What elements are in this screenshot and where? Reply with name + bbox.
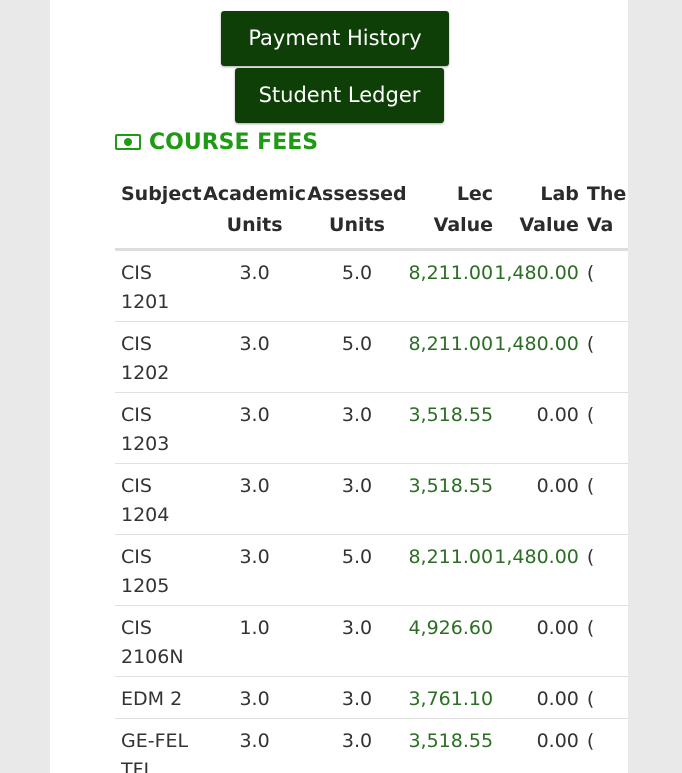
header-academic-units: Academic Units — [202, 176, 307, 251]
cell-academic-units: 3.0 — [239, 262, 270, 284]
cell-subject: CIS 1202 — [115, 321, 203, 393]
cell-academic-units: 3.0 — [202, 392, 307, 464]
cell-assessed-units: 5.0 — [341, 262, 373, 284]
right-gutter — [628, 0, 682, 773]
cell-academic-units: 3.0 — [202, 463, 307, 535]
payment-history-button[interactable]: Payment History — [221, 11, 449, 66]
table-header-row: Subject Academic Units Assessed Units Lec V… — [115, 176, 628, 251]
table-row: CIS 1205 3.0 5.0 8,211.00 1,480.00 ( — [115, 534, 628, 606]
header-assessed-units: Assessed Units — [306, 176, 408, 251]
cell-assessed-units: 3.0 — [306, 463, 408, 535]
cell-assessed-units: 5.0 — [306, 321, 408, 393]
cell-lab-value: 0.00 — [493, 392, 579, 464]
table-row: CIS 1201 3.0 5.0 8,211.00 1,480.00 ( — [115, 250, 628, 322]
cell-lab-value: 0.00 — [493, 676, 579, 719]
cell-academic-units: 1.0 — [202, 605, 307, 677]
cell-lec-value: 3,518.55 — [407, 463, 494, 535]
cell-lab-value: 1,480.00 — [494, 262, 579, 284]
cell-lec-value: 8,211.00 — [408, 262, 494, 284]
header-subject: Subject — [115, 176, 203, 251]
table-row: GE-FEL TFL 3.0 3.0 3,518.55 0.00 ( — [115, 718, 628, 773]
table-row: CIS 1204 3.0 3.0 3,518.55 0.00 ( — [115, 463, 628, 535]
cell-lec-value: 3,518.55 — [407, 718, 494, 773]
header-lec-value: Lec Value — [407, 176, 494, 251]
cell-assessed-units: 3.0 — [306, 605, 408, 677]
cell-lec-value: 4,926.60 — [407, 605, 494, 677]
cell-lec-value: 3,761.10 — [407, 676, 494, 719]
cell-lec-value: 8,211.00 — [407, 534, 494, 606]
table-row: EDM 2 3.0 3.0 3,761.10 0.00 ( — [115, 676, 628, 719]
cell-the-value: ( — [578, 676, 628, 719]
cell-lab-value: 0.00 — [493, 605, 579, 677]
cell-assessed-units: 5.0 — [306, 534, 408, 606]
cell-academic-units: 3.0 — [202, 534, 307, 606]
table-row: CIS 2106N 1.0 3.0 4,926.60 0.00 ( — [115, 605, 628, 677]
cell-lab-value: 0.00 — [493, 463, 579, 535]
cell-subject: CIS 1205 — [115, 534, 203, 606]
cell-the-value: ( — [578, 605, 628, 677]
cell-subject: CIS 2106N — [115, 605, 203, 677]
course-fees-title: COURSE FEES — [149, 129, 319, 155]
cell-academic-units: 3.0 — [202, 321, 307, 393]
cell-subject: EDM 2 — [115, 676, 203, 719]
money-bill-icon — [115, 134, 141, 150]
cell-the-value: ( — [586, 262, 595, 284]
cell-subject: CIS 1201 — [121, 262, 170, 313]
cell-subject: CIS 1204 — [115, 463, 203, 535]
table-row: CIS 1203 3.0 3.0 3,518.55 0.00 ( — [115, 392, 628, 464]
cell-the-value: ( — [578, 463, 628, 535]
cell-the-value: ( — [578, 392, 628, 464]
cell-the-value: ( — [578, 718, 628, 773]
cell-subject: CIS 1203 — [115, 392, 203, 464]
header-the-value: The Va — [578, 176, 628, 251]
cell-subject: GE-FEL TFL — [115, 718, 203, 773]
course-fees-heading: COURSE FEES — [115, 126, 318, 158]
cell-assessed-units: 3.0 — [306, 718, 408, 773]
cell-lec-value: 3,518.55 — [407, 392, 494, 464]
cell-assessed-units: 3.0 — [306, 676, 408, 719]
cell-lab-value: 1,480.00 — [493, 321, 579, 393]
main-panel: Payment History Student Ledger COURSE FE… — [50, 0, 628, 773]
cell-lec-value: 8,211.00 — [407, 321, 494, 393]
cell-assessed-units: 3.0 — [306, 392, 408, 464]
student-ledger-button[interactable]: Student Ledger — [235, 68, 444, 123]
course-fees-table: Subject Academic Units Assessed Units Lec V… — [115, 176, 628, 773]
cell-the-value: ( — [578, 534, 628, 606]
cell-the-value: ( — [578, 321, 628, 393]
cell-academic-units: 3.0 — [202, 718, 307, 773]
cell-academic-units: 3.0 — [202, 676, 307, 719]
cell-lab-value: 1,480.00 — [493, 534, 579, 606]
cell-lab-value: 0.00 — [493, 718, 579, 773]
header-lab-value: Lab Value — [493, 176, 579, 251]
table-row: CIS 1202 3.0 5.0 8,211.00 1,480.00 ( — [115, 321, 628, 393]
